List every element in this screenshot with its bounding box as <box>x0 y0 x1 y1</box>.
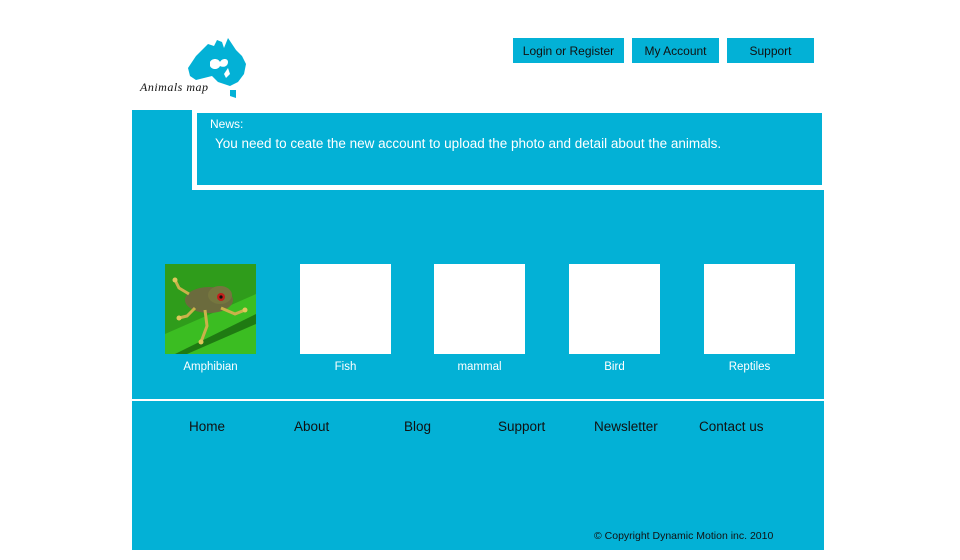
image-placeholder[interactable] <box>434 264 525 354</box>
image-placeholder[interactable] <box>300 264 391 354</box>
footer-link-home[interactable]: Home <box>189 419 225 434</box>
category-amphibian[interactable]: Amphibian <box>165 264 256 373</box>
category-mammal[interactable]: mammal <box>434 264 525 373</box>
footer-link-about[interactable]: About <box>294 419 329 434</box>
login-register-button[interactable]: Login or Register <box>513 38 624 63</box>
image-placeholder[interactable] <box>704 264 795 354</box>
site-logo[interactable]: Animals map <box>138 36 256 104</box>
support-button[interactable]: Support <box>727 38 814 63</box>
news-border <box>822 110 825 190</box>
category-bird[interactable]: Bird <box>569 264 660 373</box>
category-label: Fish <box>334 361 357 373</box>
category-label: mammal <box>457 361 502 373</box>
category-label: Amphibian <box>183 361 238 373</box>
news-text: You need to ceate the new account to upl… <box>215 136 722 151</box>
category-label: Bird <box>604 361 625 373</box>
footer-link-contact[interactable]: Contact us <box>699 419 764 434</box>
news-title: News: <box>210 117 244 131</box>
footer-link-newsletter[interactable]: Newsletter <box>594 419 658 434</box>
my-account-button[interactable]: My Account <box>632 38 719 63</box>
image-placeholder[interactable] <box>569 264 660 354</box>
category-label: Reptiles <box>728 361 771 373</box>
news-border <box>192 110 824 113</box>
footer-link-support[interactable]: Support <box>498 419 545 434</box>
footer-link-blog[interactable]: Blog <box>404 419 431 434</box>
news-border <box>192 185 824 190</box>
news-border <box>192 110 197 190</box>
category-reptiles[interactable]: Reptiles <box>704 264 795 373</box>
logo-text: Animals map <box>140 80 209 94</box>
copyright-text: © Copyright Dynamic Motion inc. 2010 <box>594 530 774 542</box>
frog-photo[interactable] <box>165 264 256 354</box>
category-fish[interactable]: Fish <box>300 264 391 373</box>
